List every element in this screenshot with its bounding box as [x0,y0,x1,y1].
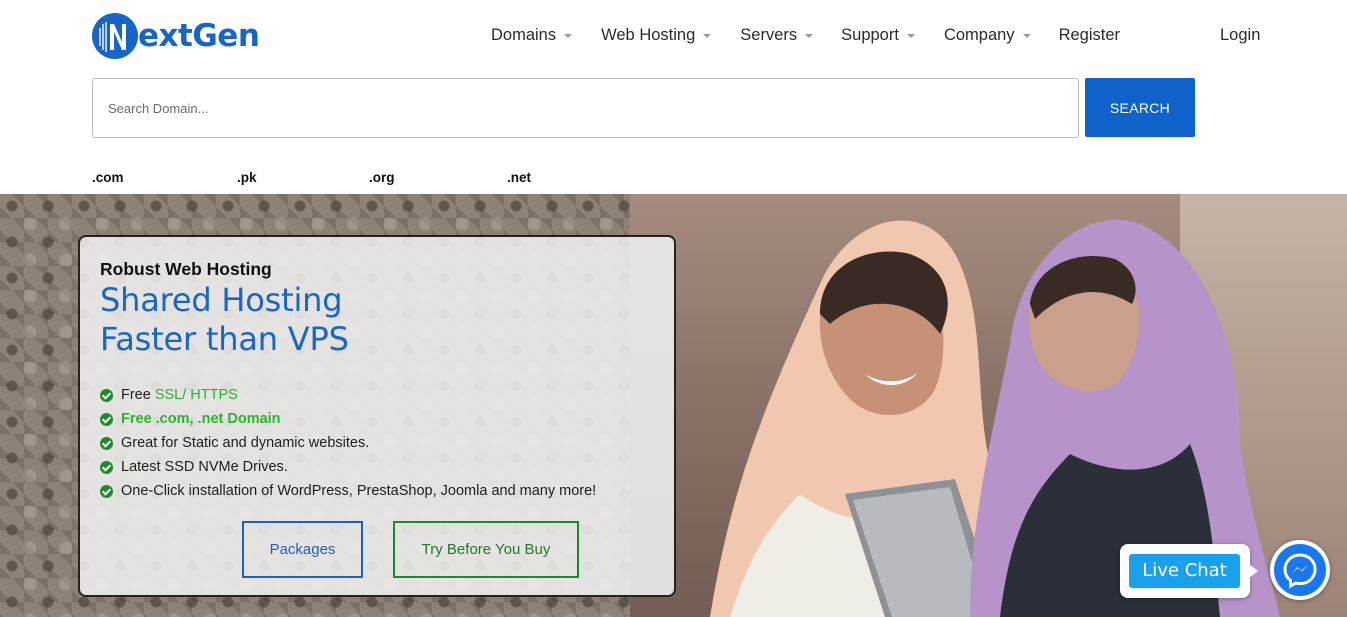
check-circle-icon [100,412,113,426]
domain-search-input[interactable] [92,78,1079,138]
chevron-down-icon [906,34,915,38]
feature-text: Latest SSD NVMe Drives. [121,459,288,475]
packages-button[interactable]: Packages [242,521,363,578]
feature-highlight: Free .com, .net Domain [121,411,281,427]
tld-list: .com .pk .org .net [0,170,700,188]
nextgen-logo[interactable]: extGen [91,11,260,61]
logo-n-mark-icon [92,13,138,59]
feature-item: One-Click installation of WordPress, Pre… [100,479,596,503]
search-button[interactable]: SEARCH [1085,78,1195,137]
promo-eyebrow: Robust Web Hosting [100,259,272,279]
promo-headline: Shared Hosting Faster than VPS [100,281,349,359]
nav-label: Servers [740,25,798,44]
nav-label: Domains [491,25,557,44]
chevron-down-icon [1022,34,1031,38]
messenger-icon-bg [1274,544,1326,596]
feature-item: Latest SSD NVMe Drives. [100,455,596,479]
feature-text: Great for Static and dynamic websites. [121,435,370,451]
promo-headline-line1: Shared Hosting [100,281,343,319]
feature-highlight: SSL/ HTTPS [154,387,238,403]
feature-item: Great for Static and dynamic websites. [100,431,596,455]
nav-item-servers[interactable]: Servers [740,25,814,45]
messenger-button[interactable] [1270,540,1330,600]
nav-item-domains[interactable]: Domains [491,25,573,45]
live-chat-widget[interactable]: Live Chat [1120,544,1258,598]
chevron-down-icon [564,34,573,38]
feature-item: Free SSL/ HTTPS [100,383,596,407]
feature-item: Free .com, .net Domain [100,407,596,431]
nav-item-support[interactable]: Support [841,26,915,45]
check-circle-icon [100,460,113,474]
feature-list: Free SSL/ HTTPS Free .com, .net Domain G… [100,383,596,503]
nav-item-web-hosting[interactable]: Web Hosting [601,25,712,45]
main-nav: Domains Web Hosting Servers Support Comp… [491,22,1120,48]
login-link[interactable]: Login [1220,22,1260,48]
feature-text: One-Click installation of WordPress, Pre… [121,483,597,499]
tld-net[interactable]: .net [507,170,531,185]
check-circle-icon [100,436,113,450]
nav-label: Web Hosting [601,25,696,44]
site-header: extGen Domains Web Hosting Servers Suppo… [0,0,1347,70]
promo-headline-line2: Faster than VPS [100,320,349,358]
logo-text-ext: ext [138,17,193,54]
nav-label: Company [943,25,1015,44]
nav-item-register[interactable]: Register [1059,26,1120,45]
check-circle-icon [100,484,113,498]
live-chat-label[interactable]: Live Chat [1129,554,1240,588]
nav-item-company[interactable]: Company [944,26,1031,45]
chevron-down-icon [703,34,712,38]
hosting-promo-card: Robust Web Hosting Shared Hosting Faster… [78,235,676,597]
chevron-down-icon [805,34,814,38]
feature-text: Free [121,387,155,403]
messenger-icon [1283,553,1317,589]
logo-text-gen: Gen [192,17,260,54]
check-circle-icon [100,388,113,402]
try-before-you-buy-button[interactable]: Try Before You Buy [393,521,579,578]
nav-label: Register [1058,25,1121,44]
tld-com[interactable]: .com [92,170,124,185]
nav-label: Support [841,25,899,44]
tld-org[interactable]: .org [369,170,395,185]
logo-wordmark: extGen [138,17,260,54]
tld-pk[interactable]: .pk [237,170,257,185]
